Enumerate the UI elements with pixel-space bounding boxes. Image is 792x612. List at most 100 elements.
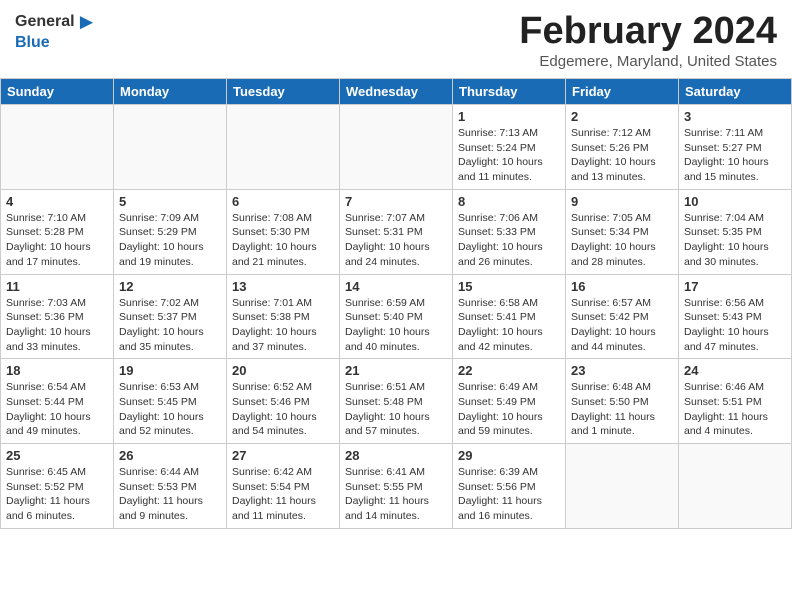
week-row-5: 25 Sunrise: 6:45 AM Sunset: 5:52 PM Dayli…: [1, 444, 792, 529]
day-info: Sunrise: 7:03 AM Sunset: 5:36 PM Dayligh…: [6, 296, 108, 355]
week-row-2: 4 Sunrise: 7:10 AM Sunset: 5:28 PM Daylig…: [1, 189, 792, 274]
calendar-cell: 24Sunrise: 6:46 AM Sunset: 5:51 PM Dayli…: [679, 359, 792, 444]
day-header-thursday: Thursday: [453, 79, 566, 105]
calendar-cell: 2 Sunrise: 7:12 AM Sunset: 5:26 PM Daylig…: [566, 105, 679, 190]
day-header-sunday: Sunday: [1, 79, 114, 105]
day-info: Sunrise: 6:56 AM Sunset: 5:43 PM Dayligh…: [684, 296, 786, 355]
day-info: Sunrise: 7:12 AM Sunset: 5:26 PM Dayligh…: [571, 126, 673, 185]
logo-bird-icon: ►: [76, 10, 98, 34]
day-info: Sunrise: 7:07 AM Sunset: 5:31 PM Dayligh…: [345, 211, 447, 270]
calendar-cell: 16 Sunrise: 6:57 AM Sunset: 5:42 PM Dayli…: [566, 274, 679, 359]
day-number: 19: [119, 363, 221, 378]
day-number: 26: [119, 448, 221, 463]
day-number: 22: [458, 363, 560, 378]
calendar-cell: 28 Sunrise: 6:41 AM Sunset: 5:55 PM Dayli…: [340, 444, 453, 529]
day-number: 3: [684, 109, 786, 124]
day-number: 10: [684, 194, 786, 209]
calendar-cell: [679, 444, 792, 529]
calendar-cell: 1 Sunrise: 7:13 AM Sunset: 5:24 PM Daylig…: [453, 105, 566, 190]
day-info: Sunrise: 6:58 AM Sunset: 5:41 PM Dayligh…: [458, 296, 560, 355]
day-number: 27: [232, 448, 334, 463]
day-number: 2: [571, 109, 673, 124]
day-info: Sunrise: 6:53 AM Sunset: 5:45 PM Dayligh…: [119, 380, 221, 439]
calendar-cell: 6Sunrise: 7:08 AM Sunset: 5:30 PM Daylig…: [227, 189, 340, 274]
day-number: 21: [345, 363, 447, 378]
calendar-cell: 20Sunrise: 6:52 AM Sunset: 5:46 PM Dayli…: [227, 359, 340, 444]
day-info: Sunrise: 7:04 AM Sunset: 5:35 PM Dayligh…: [684, 211, 786, 270]
day-info: Sunrise: 6:44 AM Sunset: 5:53 PM Dayligh…: [119, 465, 221, 524]
day-number: 4: [6, 194, 108, 209]
day-number: 1: [458, 109, 560, 124]
day-info: Sunrise: 6:45 AM Sunset: 5:52 PM Dayligh…: [6, 465, 108, 524]
calendar-body: 1 Sunrise: 7:13 AM Sunset: 5:24 PM Daylig…: [1, 105, 792, 529]
logo-blue-text: Blue: [15, 34, 97, 52]
calendar-cell: 12 Sunrise: 7:02 AM Sunset: 5:37 PM Dayli…: [114, 274, 227, 359]
days-header-row: SundayMondayTuesdayWednesdayThursdayFrid…: [1, 79, 792, 105]
calendar-cell: 3 Sunrise: 7:11 AM Sunset: 5:27 PM Daylig…: [679, 105, 792, 190]
calendar-cell: 19 Sunrise: 6:53 AM Sunset: 5:45 PM Dayli…: [114, 359, 227, 444]
day-info: Sunrise: 6:49 AM Sunset: 5:49 PM Dayligh…: [458, 380, 560, 439]
day-info: Sunrise: 6:41 AM Sunset: 5:55 PM Dayligh…: [345, 465, 447, 524]
calendar-cell: 5Sunrise: 7:09 AM Sunset: 5:29 PM Daylig…: [114, 189, 227, 274]
calendar-cell: 17 Sunrise: 6:56 AM Sunset: 5:43 PM Dayli…: [679, 274, 792, 359]
day-info: Sunrise: 7:01 AM Sunset: 5:38 PM Dayligh…: [232, 296, 334, 355]
calendar-cell: [227, 105, 340, 190]
day-info: Sunrise: 6:48 AM Sunset: 5:50 PM Dayligh…: [571, 380, 673, 439]
calendar-cell: 22 Sunrise: 6:49 AM Sunset: 5:49 PM Dayli…: [453, 359, 566, 444]
calendar-cell: 18 Sunrise: 6:54 AM Sunset: 5:44 PM Dayli…: [1, 359, 114, 444]
calendar-cell: 29 Sunrise: 6:39 AM Sunset: 5:56 PM Dayli…: [453, 444, 566, 529]
day-number: 29: [458, 448, 560, 463]
day-header-friday: Friday: [566, 79, 679, 105]
calendar-cell: 9Sunrise: 7:05 AM Sunset: 5:34 PM Daylig…: [566, 189, 679, 274]
day-number: 16: [571, 279, 673, 294]
calendar-cell: 27 Sunrise: 6:42 AM Sunset: 5:54 PM Dayli…: [227, 444, 340, 529]
calendar-cell: 4 Sunrise: 7:10 AM Sunset: 5:28 PM Daylig…: [1, 189, 114, 274]
day-info: Sunrise: 6:39 AM Sunset: 5:56 PM Dayligh…: [458, 465, 560, 524]
day-number: 7: [345, 194, 447, 209]
day-number: 28: [345, 448, 447, 463]
calendar-cell: 8Sunrise: 7:06 AM Sunset: 5:33 PM Daylig…: [453, 189, 566, 274]
calendar-cell: 13 Sunrise: 7:01 AM Sunset: 5:38 PM Dayli…: [227, 274, 340, 359]
week-row-3: 11Sunrise: 7:03 AM Sunset: 5:36 PM Dayli…: [1, 274, 792, 359]
day-info: Sunrise: 6:54 AM Sunset: 5:44 PM Dayligh…: [6, 380, 108, 439]
calendar-cell: 14 Sunrise: 6:59 AM Sunset: 5:40 PM Dayli…: [340, 274, 453, 359]
day-info: Sunrise: 6:51 AM Sunset: 5:48 PM Dayligh…: [345, 380, 447, 439]
day-header-wednesday: Wednesday: [340, 79, 453, 105]
day-info: Sunrise: 7:02 AM Sunset: 5:37 PM Dayligh…: [119, 296, 221, 355]
calendar-cell: 26 Sunrise: 6:44 AM Sunset: 5:53 PM Dayli…: [114, 444, 227, 529]
day-info: Sunrise: 6:59 AM Sunset: 5:40 PM Dayligh…: [345, 296, 447, 355]
day-info: Sunrise: 6:46 AM Sunset: 5:51 PM Dayligh…: [684, 380, 786, 439]
day-info: Sunrise: 7:13 AM Sunset: 5:24 PM Dayligh…: [458, 126, 560, 185]
week-row-4: 18 Sunrise: 6:54 AM Sunset: 5:44 PM Dayli…: [1, 359, 792, 444]
day-number: 23: [571, 363, 673, 378]
day-number: 18: [6, 363, 108, 378]
calendar-cell: 23 Sunrise: 6:48 AM Sunset: 5:50 PM Dayli…: [566, 359, 679, 444]
day-info: Sunrise: 7:10 AM Sunset: 5:28 PM Dayligh…: [6, 211, 108, 270]
day-header-saturday: Saturday: [679, 79, 792, 105]
logo-general-text: General: [15, 13, 75, 31]
calendar-cell: 10 Sunrise: 7:04 AM Sunset: 5:35 PM Dayli…: [679, 189, 792, 274]
day-number: 17: [684, 279, 786, 294]
logo: General ► Blue: [15, 10, 97, 52]
day-number: 20: [232, 363, 334, 378]
calendar-cell: [114, 105, 227, 190]
calendar-cell: 25 Sunrise: 6:45 AM Sunset: 5:52 PM Dayli…: [1, 444, 114, 529]
day-number: 13: [232, 279, 334, 294]
calendar-cell: [340, 105, 453, 190]
day-info: Sunrise: 7:05 AM Sunset: 5:34 PM Dayligh…: [571, 211, 673, 270]
day-number: 25: [6, 448, 108, 463]
day-info: Sunrise: 7:11 AM Sunset: 5:27 PM Dayligh…: [684, 126, 786, 185]
calendar-cell: [1, 105, 114, 190]
day-number: 12: [119, 279, 221, 294]
day-info: Sunrise: 6:57 AM Sunset: 5:42 PM Dayligh…: [571, 296, 673, 355]
day-info: Sunrise: 6:42 AM Sunset: 5:54 PM Dayligh…: [232, 465, 334, 524]
day-number: 8: [458, 194, 560, 209]
month-year-heading: February 2024: [519, 10, 777, 53]
day-number: 14: [345, 279, 447, 294]
calendar-cell: [566, 444, 679, 529]
day-number: 6: [232, 194, 334, 209]
location-heading: Edgemere, Maryland, United States: [519, 53, 777, 70]
week-row-1: 1 Sunrise: 7:13 AM Sunset: 5:24 PM Daylig…: [1, 105, 792, 190]
day-info: Sunrise: 7:09 AM Sunset: 5:29 PM Dayligh…: [119, 211, 221, 270]
calendar-cell: 21 Sunrise: 6:51 AM Sunset: 5:48 PM Dayli…: [340, 359, 453, 444]
